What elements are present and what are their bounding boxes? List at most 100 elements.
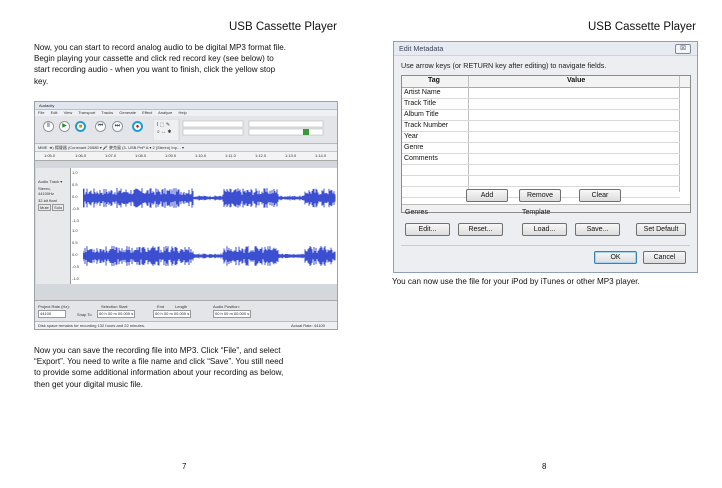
- text-line: to provide some additional information a…: [34, 368, 284, 378]
- dialog-titlebar: Edit Metadata ☒: [394, 42, 697, 56]
- page-header: USB Cassette Player: [587, 21, 696, 33]
- cancel-button[interactable]: Cancel: [643, 251, 686, 264]
- add-button[interactable]: Add: [466, 189, 508, 202]
- edit-metadata-dialog: Edit Metadata ☒ Use arrow keys (or RETUR…: [393, 41, 698, 273]
- text-line: Now, you can start to record analog audi…: [34, 43, 286, 52]
- column-header-value: Value: [567, 77, 586, 84]
- menu-item[interactable]: Transport: [78, 110, 95, 115]
- audio-position-label: Audio Position:: [213, 304, 240, 309]
- scale-label: 0.0: [72, 194, 78, 199]
- scale-label: -0.5: [72, 264, 79, 269]
- ruler-tick: 1:14.0: [315, 153, 327, 158]
- template-load-button[interactable]: Load...: [522, 223, 567, 236]
- audacity-screenshot: Audacity File Edit View Transport Tracks…: [34, 101, 338, 330]
- length-radio[interactable]: Length: [175, 304, 187, 309]
- ruler-tick: 1:05.0: [44, 153, 56, 158]
- status-text: Disk space remains for recording 132 hou…: [38, 323, 145, 328]
- selection-start-label: Selection Start:: [101, 304, 129, 309]
- scale-label: -0.5: [72, 206, 79, 211]
- close-icon[interactable]: ☒: [675, 44, 691, 54]
- scale-label: 0.5: [72, 240, 78, 245]
- scale-label: -1.0: [72, 218, 79, 223]
- skip-start-icon[interactable]: ⏮: [95, 121, 106, 132]
- ruler-tick: 1:09.0: [165, 153, 177, 158]
- stop-icon[interactable]: ■: [75, 121, 86, 132]
- page-header: USB Cassette Player: [228, 21, 337, 33]
- menu-item[interactable]: Help: [178, 110, 186, 115]
- tag-cell: Artist Name: [404, 88, 441, 96]
- text-line: then get your digital music file.: [34, 379, 143, 389]
- intro-paragraph: Now, you can start to record analog audi…: [34, 42, 340, 87]
- project-rate-label: Project Rate (Hz):: [38, 304, 70, 309]
- project-rate-select[interactable]: 44100: [38, 310, 66, 318]
- record-icon[interactable]: ●: [132, 121, 143, 132]
- genres-edit-button[interactable]: Edit...: [405, 223, 450, 236]
- text-line: key.: [34, 76, 49, 86]
- ruler-tick: 1:13.0: [285, 153, 297, 158]
- waveform-left: [83, 188, 336, 208]
- menu-item[interactable]: Effect: [142, 110, 152, 115]
- ok-button[interactable]: OK: [594, 251, 637, 264]
- page-7: USB Cassette Player Now, you can start t…: [0, 0, 361, 488]
- pause-icon[interactable]: Ⅱ: [43, 121, 54, 132]
- ruler-tick: 1:06.0: [75, 153, 87, 158]
- column-header-tag: Tag: [428, 77, 440, 84]
- scale-label: 1.0: [72, 170, 78, 175]
- text-line: “Export”. You need to write a file name …: [34, 357, 284, 367]
- end-radio[interactable]: End: [157, 304, 164, 309]
- scale-label: -1.0: [72, 276, 79, 281]
- menu-item[interactable]: Generate: [119, 110, 136, 115]
- page-number: 8: [542, 462, 547, 471]
- tag-cell: Comments: [404, 154, 438, 162]
- track-control-panel: Audio Track ▾ Stereo, 44100Hz 32-bit flo…: [36, 168, 71, 284]
- tag-cell: Album Title: [404, 110, 439, 118]
- scale-label: 0.5: [72, 182, 78, 187]
- track-info: Stereo, 44100Hz: [38, 186, 55, 196]
- save-paragraph: Now you can save the recording file into…: [34, 345, 340, 390]
- meter-toolbar: I ⬚ ✎ ⌕ ↔ ✱: [153, 119, 324, 141]
- text-line: Now you can save the recording file into…: [34, 346, 281, 355]
- scale-label: 1.0: [72, 228, 78, 233]
- menu-item[interactable]: View: [64, 110, 73, 115]
- selection-toolbar: Project Rate (Hz): 44100 Snap To Selecti…: [35, 300, 337, 329]
- audio-position-field[interactable]: 00 h 00 m 00.000 s: [213, 310, 252, 318]
- mute-button[interactable]: Mute: [38, 204, 51, 211]
- dialog-hint: Use arrow keys (or RETURN key after edit…: [401, 61, 607, 70]
- menu-item[interactable]: Analyze: [158, 110, 172, 115]
- snap-to-label[interactable]: Snap To: [77, 312, 92, 317]
- text-line: Begin playing your cassette and click re…: [34, 54, 274, 64]
- selection-end-field[interactable]: 00 h 00 m 00.000 s: [153, 310, 192, 318]
- scale-label: 0.0: [72, 252, 78, 257]
- selection-start-field[interactable]: 00 h 00 m 00.000 s: [97, 310, 136, 318]
- clear-button[interactable]: Clear: [579, 189, 621, 202]
- timeline-ruler[interactable]: 1:05.0 1:06.0 1:07.0 1:08.0 1:09.0 1:10.…: [35, 152, 337, 161]
- tag-cell: Track Title: [404, 99, 437, 107]
- track-info: 32-bit float: [38, 198, 57, 203]
- ruler-tick: 1:11.0: [225, 153, 236, 158]
- solo-button[interactable]: Solo: [52, 204, 65, 211]
- toolbar: Ⅱ ▶ ■ ⏮ ⏭ ● I ⬚ ✎ ⌕ ↔ ✱: [35, 116, 337, 144]
- svg-text:⌕ ↔ ✱: ⌕ ↔ ✱: [157, 129, 172, 135]
- skip-end-icon[interactable]: ⏭: [112, 121, 123, 132]
- tag-cell: Genre: [404, 143, 424, 151]
- device-toolbar[interactable]: MME ◄) 揚聲器 (Conexant 20585 ▾ 🎤 麥克風 (3- U…: [35, 144, 337, 152]
- status-bar: Disk space remains for recording 132 hou…: [35, 321, 337, 329]
- caption: You can now use the file for your iPod b…: [392, 277, 640, 286]
- track-name[interactable]: Audio Track ▾: [36, 178, 70, 185]
- play-icon[interactable]: ▶: [59, 121, 70, 132]
- status-rate: Actual Rate: 44100: [290, 323, 325, 328]
- menu-item[interactable]: Tracks: [101, 110, 113, 115]
- tag-cell: Year: [404, 132, 419, 140]
- template-save-button[interactable]: Save...: [575, 223, 620, 236]
- page-number: 7: [182, 462, 187, 471]
- genres-reset-button[interactable]: Reset...: [458, 223, 503, 236]
- genres-label: Genres: [405, 209, 428, 216]
- set-default-button[interactable]: Set Default: [636, 223, 686, 236]
- waveform-right: [83, 246, 336, 266]
- audio-track[interactable]: Audio Track ▾ Stereo, 44100Hz 32-bit flo…: [36, 168, 337, 284]
- template-label: Template: [522, 209, 551, 216]
- ruler-tick: 1:12.0: [255, 153, 267, 158]
- menu-item[interactable]: Edit: [51, 110, 58, 115]
- menu-item[interactable]: File: [38, 110, 44, 115]
- remove-button[interactable]: Remove: [519, 189, 561, 202]
